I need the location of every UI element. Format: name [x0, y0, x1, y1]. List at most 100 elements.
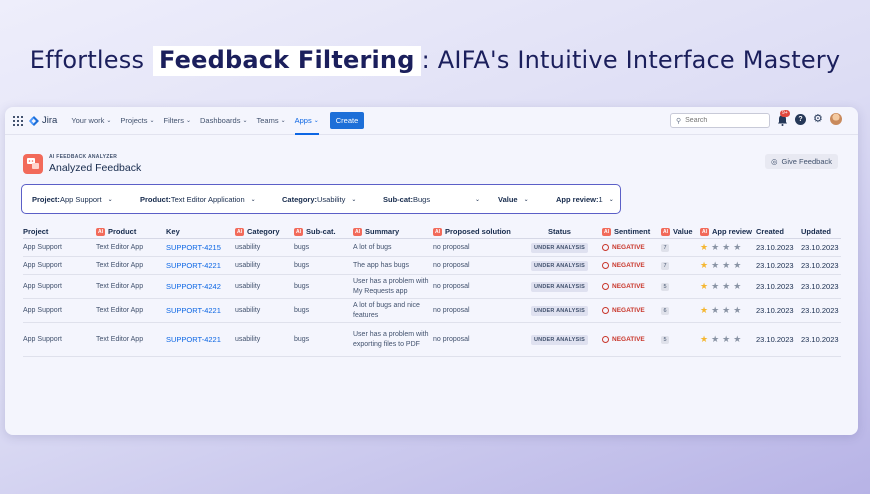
col-value[interactable]: AI Value: [661, 227, 700, 236]
star-icon[interactable]: ★: [700, 243, 708, 252]
rating-stars[interactable]: ★ ★ ★ ★: [700, 306, 752, 315]
star-icon[interactable]: ★: [711, 335, 719, 344]
star-icon[interactable]: ★: [700, 282, 708, 291]
col-subcat[interactable]: AI Sub-cat.: [294, 227, 353, 236]
col-proposal[interactable]: AI Proposed solution: [433, 227, 521, 236]
chevron-down-icon: ⌄: [185, 118, 191, 124]
gear-icon[interactable]: ⚙: [813, 113, 823, 125]
rating-stars[interactable]: ★ ★ ★ ★: [700, 335, 752, 344]
nav-filters[interactable]: Filters ⌄: [164, 107, 191, 135]
status-badge[interactable]: UNDER ANALYSIS: [531, 242, 588, 253]
app-switcher-icon[interactable]: [13, 115, 23, 126]
app-subtitle: AI FEEDBACK ANALYZER: [49, 154, 118, 160]
issue-key-link[interactable]: SUPPORT-4221: [166, 261, 221, 270]
issue-key-link[interactable]: SUPPORT-4221: [166, 335, 221, 344]
cell-proposal: no proposal: [433, 335, 470, 343]
nav-apps[interactable]: Apps ⌄: [294, 107, 319, 135]
create-button[interactable]: Create: [329, 112, 365, 129]
col-created[interactable]: Created: [756, 227, 801, 236]
star-icon[interactable]: ★: [711, 282, 719, 291]
nav-right-icons: 9+ ? ⚙: [777, 110, 842, 126]
sentiment-badge: NEGATIVE: [602, 336, 657, 343]
value-badge: 5: [661, 335, 669, 344]
col-product[interactable]: AI Product: [96, 227, 166, 236]
star-icon[interactable]: ★: [700, 335, 708, 344]
col-summary[interactable]: AI Summary: [353, 227, 433, 236]
search-input[interactable]: [685, 117, 761, 124]
cell-updated: 23.10.2023: [801, 261, 839, 270]
star-icon[interactable]: ★: [700, 261, 708, 270]
star-icon[interactable]: ★: [722, 335, 730, 344]
star-icon[interactable]: ★: [722, 306, 730, 315]
filter-project[interactable]: Project: App Support ⌄: [32, 195, 140, 204]
cell-created: 23.10.2023: [756, 282, 794, 291]
star-icon[interactable]: ★: [733, 335, 741, 344]
filter-subcat[interactable]: Sub-cat: Bugs ⌄: [383, 195, 498, 204]
cell-subcat: bugs: [294, 306, 310, 314]
issue-key-link[interactable]: SUPPORT-4215: [166, 243, 221, 252]
cell-summary: User has a problem with My Requests app: [353, 277, 429, 295]
rating-stars[interactable]: ★ ★ ★ ★: [700, 261, 752, 270]
col-sentiment[interactable]: AI Sentiment: [602, 227, 661, 236]
value-badge: 6: [661, 306, 669, 315]
col-key[interactable]: Key: [166, 227, 235, 236]
star-icon[interactable]: ★: [722, 261, 730, 270]
nav-teams[interactable]: Teams ⌄: [256, 107, 285, 135]
cell-category: usability: [235, 261, 261, 269]
filter-value[interactable]: Value ⌄: [498, 195, 556, 204]
sentiment-badge: NEGATIVE: [602, 283, 657, 290]
star-icon[interactable]: ★: [711, 261, 719, 270]
jira-logo[interactable]: Jira: [29, 115, 57, 126]
table-row[interactable]: App Support Text Editor App SUPPORT-4242 us…: [23, 275, 841, 299]
rating-stars[interactable]: ★ ★ ★ ★: [700, 243, 752, 252]
rating-stars[interactable]: ★ ★ ★ ★: [700, 282, 752, 291]
star-icon[interactable]: ★: [711, 306, 719, 315]
nav-your-work[interactable]: Your work ⌄: [71, 107, 111, 135]
star-icon[interactable]: ★: [711, 243, 719, 252]
star-icon[interactable]: ★: [733, 282, 741, 291]
nav-dashboards[interactable]: Dashboards ⌄: [200, 107, 247, 135]
notifications-button[interactable]: 9+: [777, 110, 790, 126]
issue-key-link[interactable]: SUPPORT-4242: [166, 282, 221, 291]
give-feedback-button[interactable]: ◎ Give Feedback: [765, 154, 838, 169]
help-icon[interactable]: ?: [795, 113, 806, 125]
negative-sentiment-icon: [602, 244, 609, 251]
col-status[interactable]: Status: [521, 227, 602, 236]
chevron-down-icon: ⌄: [250, 196, 256, 203]
app-header: AI FEEDBACK ANALYZER Analyzed Feedback: [23, 154, 141, 174]
filter-category[interactable]: Category: Usability ⌄: [282, 195, 383, 204]
col-project[interactable]: Project: [23, 227, 96, 236]
status-badge[interactable]: UNDER ANALYSIS: [531, 334, 588, 345]
chevron-down-icon: ⌄: [351, 196, 357, 203]
star-icon[interactable]: ★: [733, 261, 741, 270]
filter-app-review[interactable]: App review: 1 ⌄: [556, 195, 614, 204]
ai-badge: AI: [294, 227, 303, 236]
col-review[interactable]: AI App review: [700, 227, 756, 236]
search-box[interactable]: ⚲: [670, 113, 770, 128]
nav-projects[interactable]: Projects ⌄: [120, 107, 154, 135]
cell-proposal: no proposal: [433, 282, 470, 290]
table-row[interactable]: App Support Text Editor App SUPPORT-4215 us…: [23, 239, 841, 257]
status-badge[interactable]: UNDER ANALYSIS: [531, 305, 588, 316]
status-badge[interactable]: UNDER ANALYSIS: [531, 260, 588, 271]
table-body: App Support Text Editor App SUPPORT-4215 us…: [23, 239, 841, 357]
cell-category: usability: [235, 243, 261, 251]
negative-sentiment-icon: [602, 336, 609, 343]
col-updated[interactable]: Updated: [801, 227, 841, 236]
issue-key-link[interactable]: SUPPORT-4221: [166, 306, 221, 315]
table-row[interactable]: App Support Text Editor App SUPPORT-4221 us…: [23, 323, 841, 357]
status-badge[interactable]: UNDER ANALYSIS: [531, 281, 588, 292]
negative-sentiment-icon: [602, 283, 609, 290]
cell-subcat: bugs: [294, 335, 310, 343]
avatar[interactable]: [829, 113, 842, 125]
cell-project: App Support: [23, 306, 62, 314]
table-row[interactable]: App Support Text Editor App SUPPORT-4221 us…: [23, 299, 841, 323]
star-icon[interactable]: ★: [722, 282, 730, 291]
filter-product[interactable]: Product: Text Editor Application ⌄: [140, 195, 282, 204]
col-category[interactable]: AI Category: [235, 227, 294, 236]
star-icon[interactable]: ★: [733, 306, 741, 315]
star-icon[interactable]: ★: [733, 243, 741, 252]
table-row[interactable]: App Support Text Editor App SUPPORT-4221 us…: [23, 257, 841, 275]
star-icon[interactable]: ★: [722, 243, 730, 252]
star-icon[interactable]: ★: [700, 306, 708, 315]
